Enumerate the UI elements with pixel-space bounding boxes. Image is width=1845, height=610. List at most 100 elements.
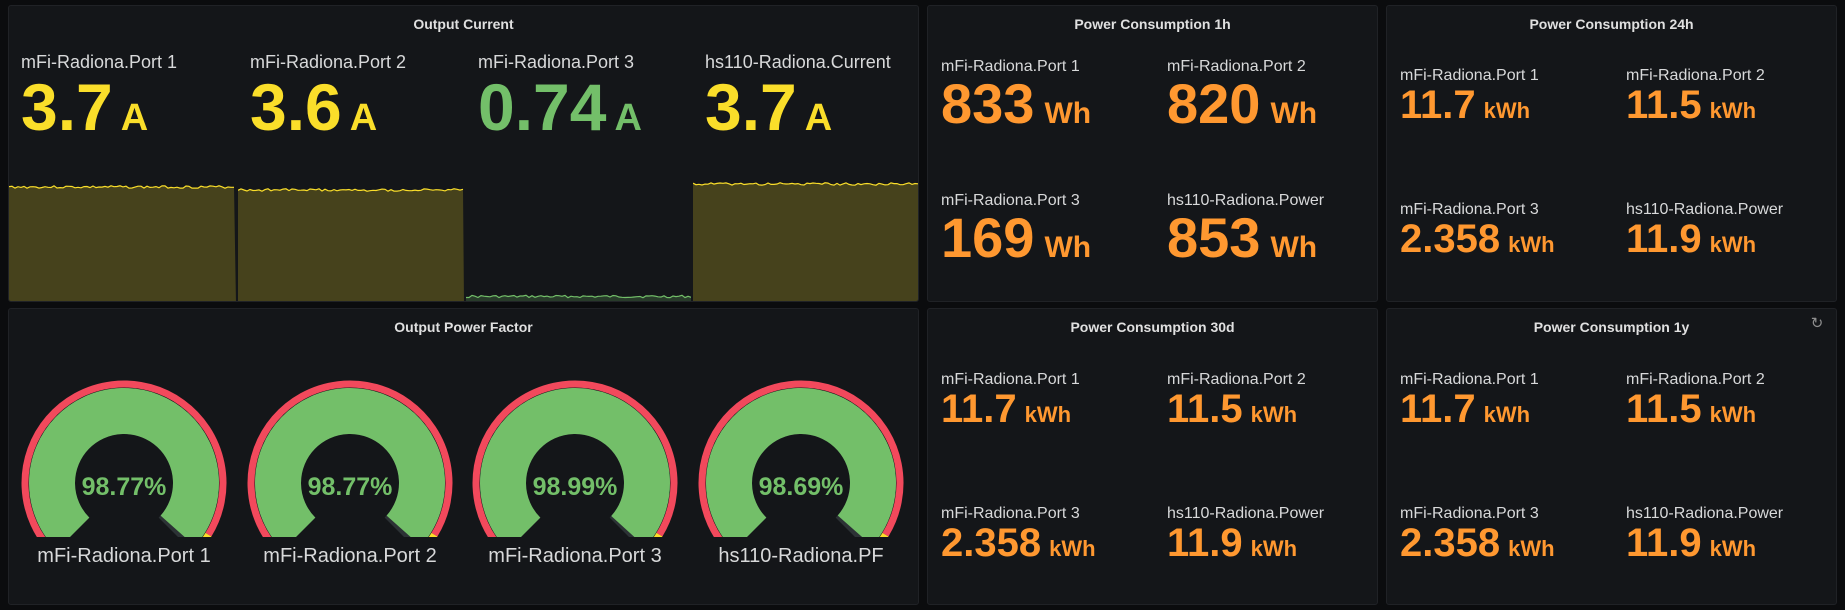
tile-hs110-power[interactable]: hs110-Radiona.Power 11.9 kWh — [1167, 505, 1377, 565]
stat-unit: A — [614, 97, 642, 139]
output-power-factor-panel: Output Power Factor 98.77% mFi-Radiona.P… — [8, 308, 919, 605]
gauge-svg — [247, 380, 453, 537]
gauge-port-2[interactable]: 98.77% mFi-Radiona.Port 2 — [241, 367, 459, 597]
tile-port-3[interactable]: mFi-Radiona.Port 3 2.358 kWh — [1400, 201, 1620, 259]
stat-unit: A — [804, 97, 833, 139]
stat-number: 3.6 — [250, 70, 342, 144]
sparkline — [9, 154, 236, 301]
stat-number: 3.7 — [705, 70, 797, 144]
tile-port-3[interactable]: mFi-Radiona.Port 3 169 Wh — [941, 192, 1161, 266]
tile-value: 833 Wh — [941, 76, 1161, 132]
panel-title[interactable]: Power Consumption 30d — [928, 319, 1377, 335]
tile-number: 820 — [1167, 72, 1261, 135]
tile-number: 11.7 — [1400, 83, 1476, 127]
panel-title[interactable]: Power Consumption 1y — [1387, 319, 1836, 335]
gauge-port-1[interactable]: 98.77% mFi-Radiona.Port 1 — [15, 367, 233, 597]
tile-number: 2.358 — [1400, 217, 1501, 261]
tile-value: 853 Wh — [1167, 210, 1377, 266]
tile-unit: kWh — [1483, 402, 1531, 427]
tile-unit: kWh — [1709, 536, 1757, 561]
tile-number: 833 — [941, 72, 1035, 135]
tile-hs110-power[interactable]: hs110-Radiona.Power 11.9 kWh — [1626, 505, 1836, 565]
tile-value: 2.358 kWh — [1400, 523, 1620, 563]
gauge-svg — [698, 380, 904, 537]
tile-number: 11.5 — [1626, 83, 1702, 127]
tile-port-1[interactable]: mFi-Radiona.Port 1 11.7 kWh — [1400, 67, 1620, 125]
tile-number: 2.358 — [941, 521, 1042, 565]
stat-value: 0.74 A — [478, 74, 642, 140]
gauge-name: mFi-Radiona.Port 3 — [488, 545, 662, 567]
tile-value: 169 Wh — [941, 210, 1161, 266]
tile-value: 11.9 kWh — [1167, 521, 1377, 565]
tile-unit: kWh — [1709, 232, 1757, 257]
panel-title[interactable]: Output Current — [9, 16, 918, 32]
tile-port-2[interactable]: mFi-Radiona.Port 2 11.5 kWh — [1626, 67, 1836, 127]
gauge-value: 98.77% — [307, 473, 393, 501]
sparkline-svg — [238, 188, 464, 301]
tile-port-2[interactable]: mFi-Radiona.Port 2 11.5 kWh — [1626, 371, 1836, 429]
tile-value: 11.7 kWh — [1400, 85, 1620, 125]
tile-number: 169 — [941, 206, 1035, 269]
tile-number: 11.7 — [1400, 387, 1476, 431]
tile-hs110-power[interactable]: hs110-Radiona.Power 853 Wh — [1167, 192, 1377, 266]
sparkline-area — [9, 185, 236, 301]
tile-value: 11.5 kWh — [1626, 83, 1836, 127]
tile-unit: kWh — [1250, 402, 1298, 427]
sparkline-svg — [9, 185, 236, 301]
gauge-value: 98.77% — [81, 473, 167, 501]
stat-unit: A — [120, 97, 149, 139]
power-consumption-30d-panel: Power Consumption 30d mFi-Radiona.Port 1… — [927, 308, 1378, 605]
tile-value: 11.5 kWh — [1167, 387, 1377, 431]
tile-number: 11.5 — [1167, 387, 1243, 431]
panel-title[interactable]: Power Consumption 1h — [928, 16, 1377, 32]
stat-port-2[interactable]: mFi-Radiona.Port 2 3.6 A — [238, 42, 464, 301]
tile-unit: kWh — [1709, 402, 1757, 427]
sparkline — [238, 154, 464, 301]
tile-port-2[interactable]: mFi-Radiona.Port 2 11.5 kWh — [1167, 371, 1377, 431]
tile-number: 11.9 — [1626, 521, 1702, 565]
stat-number: 0.74 — [478, 70, 607, 144]
tile-port-1[interactable]: mFi-Radiona.Port 1 11.7 kWh — [1400, 371, 1620, 429]
stat-port-1[interactable]: mFi-Radiona.Port 1 3.7 A — [9, 42, 236, 301]
tile-number: 853 — [1167, 206, 1261, 269]
tile-port-3[interactable]: mFi-Radiona.Port 3 2.358 kWh — [941, 505, 1161, 563]
stat-value: 3.7 A — [21, 74, 148, 140]
gauge-hs110-pf[interactable]: 98.69% hs110-Radiona.PF — [692, 367, 910, 597]
tile-value: 2.358 kWh — [1400, 219, 1620, 259]
tile-number: 11.7 — [941, 387, 1017, 431]
gauge-name: mFi-Radiona.Port 2 — [263, 545, 437, 567]
tile-value: 11.5 kWh — [1626, 389, 1836, 429]
gauge-value: 98.69% — [758, 473, 844, 501]
stat-port-3[interactable]: mFi-Radiona.Port 3 0.74 A — [466, 42, 691, 301]
tile-port-1[interactable]: mFi-Radiona.Port 1 11.7 kWh — [941, 371, 1161, 429]
sparkline — [693, 154, 918, 301]
tile-unit: Wh — [1044, 231, 1092, 264]
gauge-svg — [21, 380, 227, 537]
tile-unit: kWh — [1508, 536, 1555, 561]
panel-title[interactable]: Output Power Factor — [9, 319, 918, 335]
output-current-panel: Output Current mFi-Radiona.Port 1 3.7 A m… — [8, 5, 919, 302]
power-consumption-1y-panel: Power Consumption 1y ↻ mFi-Radiona.Port … — [1386, 308, 1837, 605]
stat-value: 3.7 A — [705, 74, 832, 140]
tile-port-1[interactable]: mFi-Radiona.Port 1 833 Wh — [941, 58, 1161, 132]
gauge-name: mFi-Radiona.Port 1 — [37, 545, 211, 567]
gauge-port-3[interactable]: 98.99% mFi-Radiona.Port 3 — [466, 367, 684, 597]
power-consumption-1h-panel: Power Consumption 1h mFi-Radiona.Port 1 … — [927, 5, 1378, 302]
stat-hs110-current[interactable]: hs110-Radiona.Current 3.7 A — [693, 42, 918, 301]
tile-value: 2.358 kWh — [941, 523, 1161, 563]
tile-number: 11.9 — [1167, 521, 1243, 565]
tile-value: 11.7 kWh — [1400, 389, 1620, 429]
tile-hs110-power[interactable]: hs110-Radiona.Power 11.9 kWh — [1626, 201, 1836, 261]
tile-value: 820 Wh — [1167, 76, 1377, 132]
tile-unit: Wh — [1044, 97, 1092, 130]
stat-number: 3.7 — [21, 70, 113, 144]
tile-unit: Wh — [1270, 97, 1318, 130]
refresh-icon[interactable]: ↻ — [1808, 315, 1826, 333]
tile-unit: kWh — [1508, 232, 1555, 257]
panel-title[interactable]: Power Consumption 24h — [1387, 16, 1836, 32]
tile-port-3[interactable]: mFi-Radiona.Port 3 2.358 kWh — [1400, 505, 1620, 563]
tile-unit: kWh — [1250, 536, 1298, 561]
sparkline-area — [693, 182, 918, 301]
tile-number: 11.9 — [1626, 217, 1702, 261]
tile-port-2[interactable]: mFi-Radiona.Port 2 820 Wh — [1167, 58, 1377, 132]
